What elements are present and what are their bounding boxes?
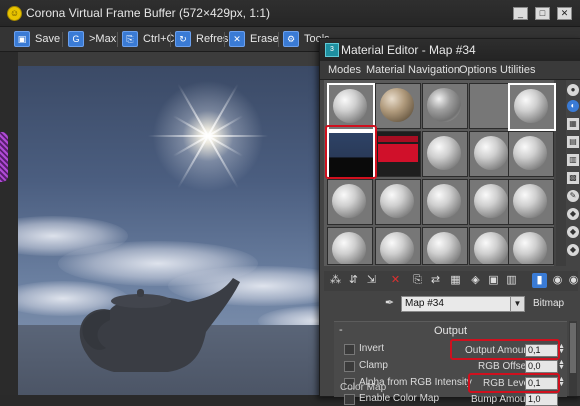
sample-type-icon[interactable]: ● [567, 84, 579, 96]
go-to-parent-icon[interactable]: ▮ [532, 273, 547, 288]
material-slot[interactable] [422, 131, 468, 177]
save-icon: ▣ [14, 31, 30, 47]
material-slot[interactable] [422, 83, 468, 129]
rgb-offset-spinner[interactable]: 0,0 [525, 360, 558, 373]
put-to-scene-icon[interactable]: ⇵ [346, 273, 361, 288]
material-editor-window: 3 Material Editor - Map #34 Modes Materi… [319, 38, 580, 406]
clamp-label: Clamp [359, 360, 388, 371]
map-dropdown-arrow-icon[interactable]: ▼ [510, 296, 525, 312]
material-slot[interactable] [508, 131, 554, 177]
material-slot[interactable] [375, 179, 421, 225]
navigate-icon[interactable]: ◉ [566, 273, 580, 288]
menu-navigation[interactable]: Navigation [408, 64, 460, 76]
enable-color-map-checkbox[interactable] [344, 394, 355, 405]
minimize-icon[interactable]: _ [513, 7, 528, 20]
material-map-navigator-icon[interactable]: ◆ [567, 226, 579, 238]
material-slot[interactable] [422, 179, 468, 225]
material-slot[interactable] [508, 179, 554, 225]
eyedropper-icon[interactable]: ✒ [382, 296, 397, 311]
material-slot[interactable] [508, 227, 554, 265]
save-button[interactable]: ▣ Save [14, 31, 60, 47]
uv-tiling-icon[interactable]: ▤ [567, 136, 579, 148]
put-to-library-icon[interactable]: ▦ [448, 273, 463, 288]
refresh-button[interactable]: ↻ Refresh [175, 31, 235, 47]
max-icon: 3 [325, 43, 339, 57]
corona-logo-icon: ☺ [7, 6, 22, 21]
rgb-level-highlight [468, 373, 560, 393]
side-toolbar: ● ◐ ▦ ▤ ▥ ▩ ✎ ◆ ◆ ◆ [567, 80, 580, 270]
background-icon[interactable]: ▦ [567, 118, 579, 130]
material-slot[interactable] [327, 227, 373, 265]
material-slot[interactable] [508, 83, 556, 131]
material-slot[interactable] [327, 179, 373, 225]
backlight-icon[interactable]: ◐ [567, 100, 579, 112]
menu-material[interactable]: Material [366, 64, 405, 76]
make-unique-icon[interactable]: ⇄ [428, 273, 443, 288]
viewport-edge [0, 52, 18, 395]
map-name-field[interactable]: Map #34 [401, 296, 512, 312]
menu-utilities[interactable]: Utilities [500, 64, 535, 76]
spinner-arrows-icon[interactable]: ▲ ▼ [558, 359, 565, 371]
options-icon[interactable]: ✎ [567, 190, 579, 202]
rendered-image [18, 66, 340, 395]
material-editor-menu-bar: Modes Material Navigation Options Utilit… [320, 61, 580, 80]
collapse-icon[interactable]: - [339, 324, 343, 336]
material-slot[interactable] [375, 227, 421, 265]
material-id-icon[interactable]: ◈ [468, 273, 483, 288]
clipboard-icon: ⎘ [122, 31, 138, 47]
slot-highlight-box [325, 125, 377, 179]
assign-material-icon[interactable]: ⇲ [364, 273, 379, 288]
refresh-icon: ↻ [175, 31, 191, 47]
invert-checkbox[interactable] [344, 344, 355, 355]
output-amount-highlight [450, 339, 560, 360]
navigator-icon[interactable]: ◆ [567, 244, 579, 256]
material-editor-title-bar: 3 Material Editor - Map #34 [320, 39, 580, 61]
material-slot[interactable] [422, 227, 468, 265]
show-end-result-icon[interactable]: ▥ [504, 273, 519, 288]
slots-scrollbar[interactable] [556, 80, 566, 266]
material-slot[interactable] [375, 131, 421, 177]
erase-icon: ✕ [229, 31, 245, 47]
preview-icon[interactable]: ▩ [567, 172, 579, 184]
clamp-checkbox[interactable] [344, 361, 355, 372]
get-material-icon[interactable]: ⁂ [328, 273, 343, 288]
erase-button[interactable]: ✕ Erase [229, 31, 279, 47]
menu-options[interactable]: Options [459, 64, 497, 76]
go-forward-sibling-icon[interactable]: ◉ [550, 273, 565, 288]
select-by-material-icon[interactable]: ◆ [567, 208, 579, 220]
map-type-button[interactable]: Bitmap [533, 298, 564, 309]
rollout-scrollbar[interactable] [569, 321, 577, 396]
purple-object [0, 132, 8, 182]
vfb-title-bar: ☺ Corona Virtual Frame Buffer (572×429px… [0, 0, 580, 27]
teapot-silhouette [79, 278, 240, 372]
copy-material-icon[interactable]: ⎘ [410, 273, 425, 288]
output-rollout-header[interactable]: - Output [334, 324, 567, 337]
vfb-title: Corona Virtual Frame Buffer (572×429px, … [26, 6, 271, 20]
copy-to-max-icon: G [68, 31, 84, 47]
rgb-offset-label: RGB Offset: [478, 361, 532, 372]
material-slot[interactable] [327, 83, 375, 131]
video-check-icon[interactable]: ▥ [567, 154, 579, 166]
color-map-label: Color Map [340, 382, 387, 393]
material-editor-toolbar: ⁂ ⇵ ⇲ ✕ ⎘ ⇄ ▦ ◈ ▣ ▥ ▮ ◉ ◉ [324, 271, 578, 291]
gear-icon: ⚙ [283, 31, 299, 47]
close-icon[interactable]: ✕ [557, 7, 572, 20]
to-max-button[interactable]: G >Max [68, 31, 116, 47]
material-slot[interactable] [375, 83, 421, 129]
map-name-row: ✒ Map #34 ▼ Bitmap [324, 294, 578, 314]
copy-button[interactable]: ⎘ Ctrl+C [122, 31, 174, 47]
reset-map-icon[interactable]: ✕ [388, 273, 403, 288]
show-map-icon[interactable]: ▣ [486, 273, 501, 288]
maximize-icon[interactable]: □ [535, 7, 550, 20]
menu-modes[interactable]: Modes [328, 64, 361, 76]
invert-label: Invert [359, 343, 385, 354]
